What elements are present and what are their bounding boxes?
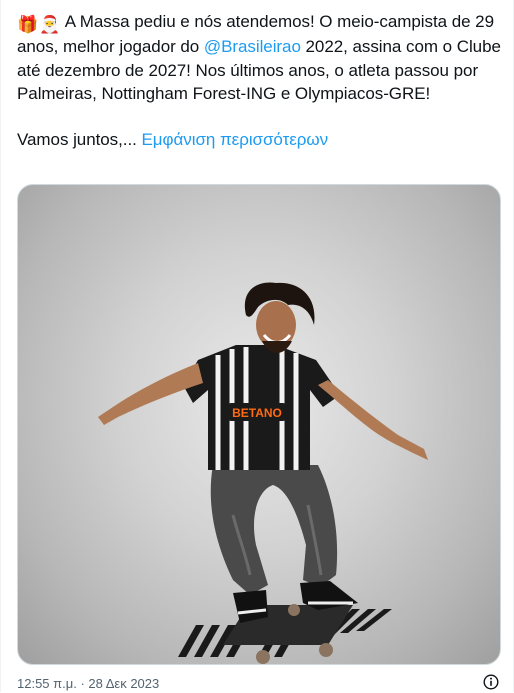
tweet-timestamp[interactable]: 12:55 π.μ. · 28 Δεκ 2023 (17, 676, 159, 691)
skateboard-wheel (256, 650, 270, 664)
skateboard-wheel (288, 604, 300, 616)
tweet-text-part-3: Vamos juntos,... (17, 129, 142, 149)
tweet-card: 🎁🎅 A Massa pediu e nós atendemos! O meio… (0, 0, 514, 692)
gift-emoji-icon: 🎁 (17, 15, 39, 34)
player-skateboard-photo: BETANO (98, 282, 428, 664)
left-shoe (233, 590, 268, 623)
tweet-text-paragraph-2: Vamos juntos,... Εμφάνιση περισσότερων (17, 128, 503, 152)
tweet-text: 🎁🎅 A Massa pediu e nós atendemos! O meio… (17, 10, 503, 151)
skateboard-wheel (319, 643, 333, 657)
left-arm (98, 363, 203, 425)
mention-link[interactable]: @Brasileirao (204, 37, 301, 56)
jersey-sponsor-text: BETANO (232, 406, 282, 420)
player-legs (210, 465, 338, 595)
tweet-footer: 12:55 π.μ. · 28 Δεκ 2023 (17, 672, 501, 692)
info-circle-icon[interactable] (483, 674, 499, 690)
santa-emoji-icon: 🎅 (39, 15, 61, 34)
tweet-media-photo[interactable]: BETANO (17, 184, 501, 665)
show-more-link[interactable]: Εμφάνιση περισσότερων (142, 130, 329, 149)
right-arm (318, 380, 428, 460)
